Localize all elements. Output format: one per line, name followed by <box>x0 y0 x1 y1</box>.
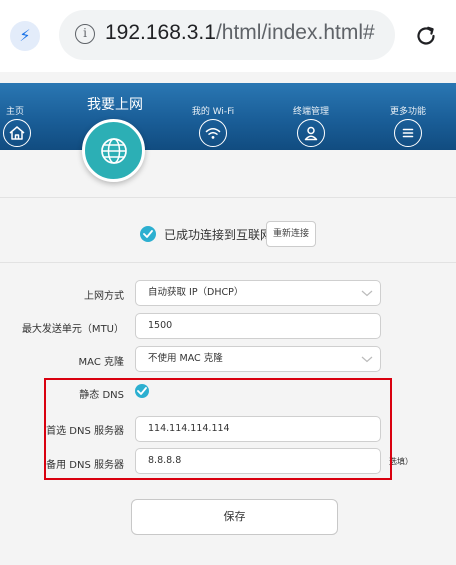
dns-highlight-box <box>44 378 392 480</box>
lightning-bolt-icon[interactable]: ⚡ <box>10 21 40 51</box>
wifi-icon <box>199 119 227 147</box>
connection-status: 已成功连接到互联网 重新连接 <box>0 219 456 249</box>
chevron-down-icon <box>361 356 373 363</box>
connection-type-select[interactable]: 自动获取 IP（DHCP） <box>135 280 381 306</box>
connection-type-value: 自动获取 IP（DHCP） <box>148 287 244 298</box>
connection-type-label: 上网方式 <box>84 291 124 302</box>
nav-label-devices: 终端管理 <box>292 107 329 117</box>
nav-label-more: 更多功能 <box>389 107 426 117</box>
nav-item-wifi[interactable]: 我的 Wi-Fi <box>168 83 258 150</box>
url-field[interactable]: i 192.168.3.1/html/index.html# <box>59 10 395 60</box>
reconnect-button[interactable]: 重新连接 <box>266 221 316 247</box>
check-icon <box>140 226 156 242</box>
info-icon[interactable]: i <box>75 24 95 44</box>
divider <box>0 262 456 263</box>
optional-note: 选填） <box>389 457 413 466</box>
status-text: 已成功连接到互联网 <box>164 228 273 242</box>
nav-label-wifi: 我的 Wi-Fi <box>191 107 235 117</box>
mtu-input[interactable]: 1500 <box>135 313 381 339</box>
mac-clone-label: MAC 克隆 <box>78 357 124 368</box>
divider <box>0 197 456 198</box>
save-button[interactable]: 保存 <box>131 499 338 535</box>
nav-label-home: 主页 <box>5 107 24 117</box>
mac-clone-select[interactable]: 不使用 MAC 克隆 <box>135 346 381 372</box>
nav-item-home[interactable]: 主页 <box>0 83 60 150</box>
url-text[interactable]: 192.168.3.1/html/index.html# <box>105 21 375 45</box>
router-nav-bar: 主页 我要上网 我的 Wi-Fi 终端管理 更多功能 <box>0 83 456 150</box>
mac-clone-value: 不使用 MAC 克隆 <box>148 353 223 364</box>
globe-icon[interactable] <box>82 119 145 182</box>
user-icon <box>297 119 325 147</box>
reload-icon[interactable] <box>414 24 438 48</box>
chevron-down-icon <box>361 290 373 297</box>
url-host: 192.168.3.1 <box>105 21 216 44</box>
nav-item-more[interactable]: 更多功能 <box>363 83 453 150</box>
browser-address-bar: ⚡ i 192.168.3.1/html/index.html# <box>0 0 456 72</box>
nav-item-devices[interactable]: 终端管理 <box>266 83 356 150</box>
home-icon <box>3 119 31 147</box>
mtu-label: 最大发送单元（MTU） <box>21 324 124 335</box>
menu-icon <box>394 119 422 147</box>
nav-label-internet[interactable]: 我要上网 <box>70 94 160 114</box>
url-path: /html/index.html# <box>215 21 375 44</box>
mtu-value: 1500 <box>148 320 173 331</box>
